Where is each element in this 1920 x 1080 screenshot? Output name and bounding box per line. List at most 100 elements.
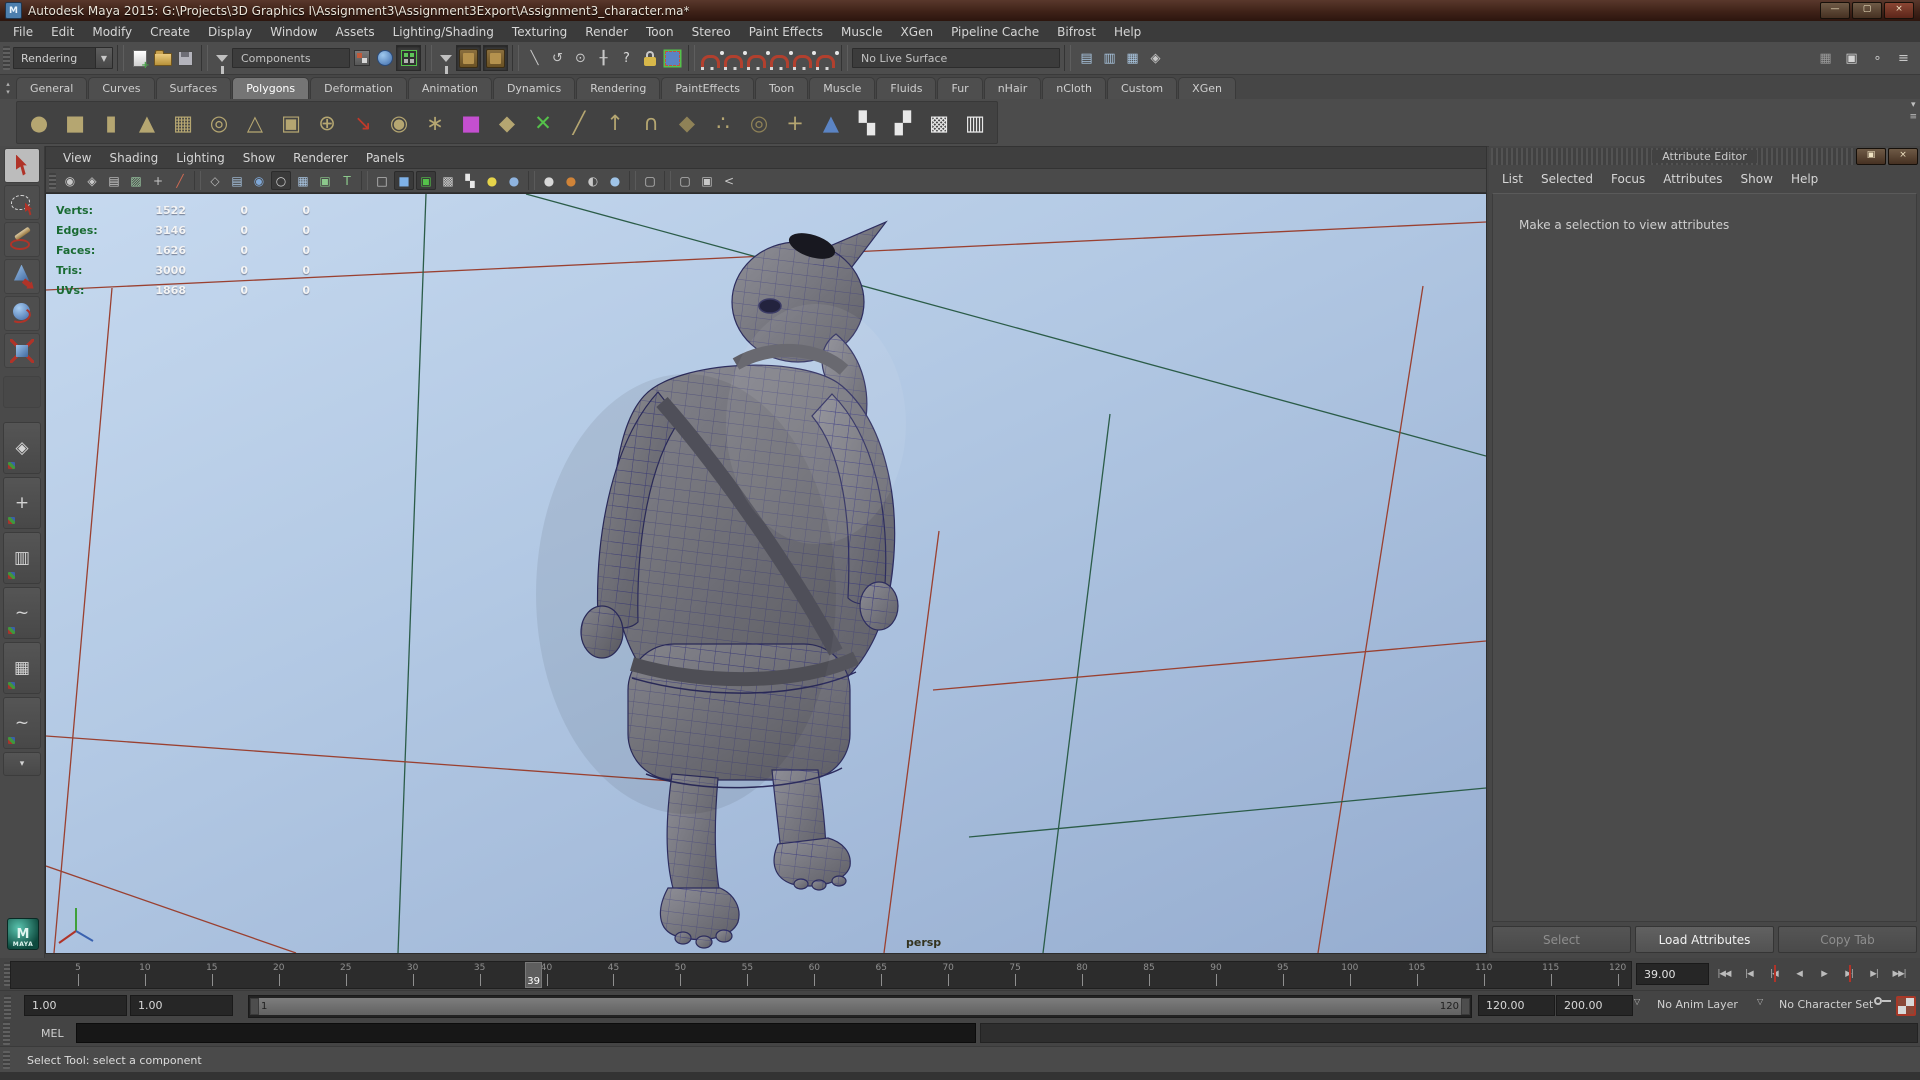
poly-cube-icon[interactable]: ■ bbox=[57, 105, 93, 141]
shelf-tab[interactable]: Polygons bbox=[232, 77, 309, 99]
select-by-hierarchy-icon[interactable] bbox=[350, 46, 373, 70]
shelf-tab[interactable]: nHair bbox=[984, 77, 1042, 99]
menu-item[interactable]: Display bbox=[199, 22, 261, 42]
snap-line-icon[interactable]: ╲ bbox=[523, 46, 546, 70]
go-to-end-button[interactable]: ▶▶| bbox=[1887, 961, 1911, 986]
snap-to-points-icon[interactable] bbox=[745, 46, 768, 70]
shelf-tab[interactable]: General bbox=[16, 77, 87, 99]
shelf-menu-up-icon[interactable]: ▴ bbox=[6, 80, 10, 88]
smooth-icon[interactable]: ◉ bbox=[381, 105, 417, 141]
highlight-selection-icon[interactable] bbox=[661, 46, 684, 70]
range-slider-track[interactable]: 1 120 bbox=[248, 995, 1472, 1018]
combine-icon[interactable]: ⊕ bbox=[309, 105, 345, 141]
tear-off-copy-icon[interactable]: ▣ bbox=[697, 171, 717, 190]
step-forward-frame-button[interactable]: ▶| bbox=[1862, 961, 1886, 986]
menu-item[interactable]: View bbox=[54, 148, 100, 168]
uv-layout-icon[interactable]: ▩ bbox=[921, 105, 957, 141]
wireframe-mode-icon[interactable]: □ bbox=[372, 171, 392, 190]
poly-cylinder-icon[interactable]: ▮ bbox=[93, 105, 129, 141]
menu-item[interactable]: Toon bbox=[637, 22, 683, 42]
shelf-tab[interactable]: Toon bbox=[755, 77, 808, 99]
current-frame-marker[interactable]: 39 bbox=[525, 962, 542, 988]
axis-constraint-icon[interactable]: ╂ bbox=[592, 46, 615, 70]
render-current-frame-icon[interactable]: ▤ bbox=[1075, 46, 1098, 70]
shelf-tab[interactable]: Curves bbox=[88, 77, 154, 99]
divider[interactable] bbox=[1064, 45, 1071, 71]
paint-selection-tool-button[interactable] bbox=[4, 222, 40, 257]
play-forward-button[interactable]: ▶ bbox=[1812, 961, 1836, 986]
menu-item[interactable]: Window bbox=[261, 22, 326, 42]
uv-planar-mapping-icon[interactable]: ▞ bbox=[885, 105, 921, 141]
resolution-gate-icon[interactable]: ◉ bbox=[249, 171, 269, 190]
layout-more-dropdown[interactable]: ▾ bbox=[3, 752, 41, 776]
shaded-mode-icon[interactable]: ■ bbox=[394, 171, 414, 190]
selection-mask-combo[interactable]: Components bbox=[232, 48, 350, 68]
menu-item[interactable]: Modify bbox=[83, 22, 141, 42]
divider[interactable] bbox=[117, 45, 124, 71]
command-output[interactable] bbox=[980, 1023, 1918, 1043]
xray-icon[interactable]: ● bbox=[605, 171, 625, 190]
ipr-render-icon[interactable]: ▥ bbox=[1098, 46, 1121, 70]
shelf-tab[interactable]: Muscle bbox=[809, 77, 875, 99]
live-surface-field[interactable]: No Live Surface bbox=[852, 48, 1060, 68]
poly-sphere-icon[interactable]: ● bbox=[21, 105, 57, 141]
layout-single-perspective-button[interactable]: ◈ bbox=[3, 422, 41, 474]
channel-box-toggle-icon[interactable]: ≡ bbox=[1892, 46, 1915, 70]
snap-to-projected-center-icon[interactable] bbox=[768, 46, 791, 70]
menu-item[interactable]: Bifrost bbox=[1048, 22, 1105, 42]
drag-handle[interactable] bbox=[3, 46, 10, 70]
menu-item[interactable]: Focus bbox=[1602, 169, 1654, 189]
textured-ball-icon[interactable]: ● bbox=[561, 171, 581, 190]
menu-item[interactable]: Show bbox=[1732, 169, 1782, 189]
shelf-tab[interactable]: PaintEffects bbox=[661, 77, 754, 99]
interactive-split-icon[interactable]: ╱ bbox=[561, 105, 597, 141]
snap-to-view-planes-icon[interactable] bbox=[791, 46, 814, 70]
shelf-editor-icon[interactable]: ≡ bbox=[1909, 112, 1917, 122]
step-back-key-button[interactable]: |◀ bbox=[1762, 961, 1786, 986]
shelf-tab[interactable]: Fur bbox=[937, 77, 982, 99]
animation-end-field[interactable]: 200.00 bbox=[1556, 995, 1633, 1016]
average-vertices-icon[interactable]: ∗ bbox=[417, 105, 453, 141]
rotate-tool-button[interactable] bbox=[4, 296, 40, 331]
smooth-shade-ball-icon[interactable]: ● bbox=[539, 171, 559, 190]
menu-item[interactable]: File bbox=[4, 22, 42, 42]
drag-handle[interactable] bbox=[3, 1051, 10, 1069]
component-mask-filter-icon[interactable] bbox=[440, 55, 452, 62]
open-scene-icon[interactable] bbox=[151, 46, 174, 70]
lasso-tool-button[interactable] bbox=[4, 185, 40, 220]
play-backwards-button[interactable]: ◀ bbox=[1787, 961, 1811, 986]
gate-mask-icon[interactable]: ○ bbox=[271, 171, 291, 190]
select-by-component-icon[interactable] bbox=[396, 45, 421, 71]
poly-pyramid-icon[interactable]: △ bbox=[237, 105, 273, 141]
step-back-frame-button[interactable]: |◀ bbox=[1737, 961, 1761, 986]
character-set-selector[interactable]: No Character Set bbox=[1772, 995, 1873, 1014]
playback-start-field[interactable]: 1.00 bbox=[130, 995, 233, 1016]
shelf-tab[interactable]: Fluids bbox=[876, 77, 936, 99]
new-scene-icon[interactable] bbox=[128, 46, 151, 70]
menu-item[interactable]: Lighting/Shading bbox=[384, 22, 503, 42]
menu-item[interactable]: List bbox=[1493, 169, 1532, 189]
current-time-field[interactable]: 39.00 bbox=[1636, 963, 1709, 985]
time-slider-track[interactable]: 5101520253035404550556065707580859095100… bbox=[10, 961, 1632, 989]
bevel-icon[interactable]: ◆ bbox=[669, 105, 705, 141]
attribute-editor-button[interactable]: Load Attributes bbox=[1635, 926, 1774, 953]
menu-set-selector[interactable]: Rendering ▼ bbox=[13, 47, 113, 69]
divider[interactable] bbox=[841, 45, 848, 71]
shelf-options-icon[interactable]: ▾ bbox=[1911, 100, 1916, 110]
scale-tool-button[interactable] bbox=[4, 333, 40, 368]
use-all-lights-icon[interactable]: ▚ bbox=[460, 171, 480, 190]
step-forward-key-button[interactable]: ▶| bbox=[1837, 961, 1861, 986]
use-default-material-icon[interactable]: ◐ bbox=[583, 171, 603, 190]
camera-attributes-icon[interactable]: ◈ bbox=[82, 171, 102, 190]
last-tool-slot[interactable] bbox=[3, 376, 41, 408]
ae-restore-button[interactable]: ▣ bbox=[1856, 148, 1886, 165]
shelf-tab[interactable]: Animation bbox=[408, 77, 492, 99]
maximize-button[interactable]: ▢ bbox=[1852, 2, 1882, 19]
menu-item[interactable]: Show bbox=[234, 148, 284, 168]
make-live-icon[interactable] bbox=[814, 46, 837, 70]
textured-mode-icon[interactable]: ▩ bbox=[438, 171, 458, 190]
select-tool-button[interactable] bbox=[4, 148, 40, 183]
target-weld-icon[interactable]: ◎ bbox=[741, 105, 777, 141]
menu-item[interactable]: Renderer bbox=[284, 148, 357, 168]
chevron-down-icon[interactable]: ▽ bbox=[1634, 997, 1640, 1006]
